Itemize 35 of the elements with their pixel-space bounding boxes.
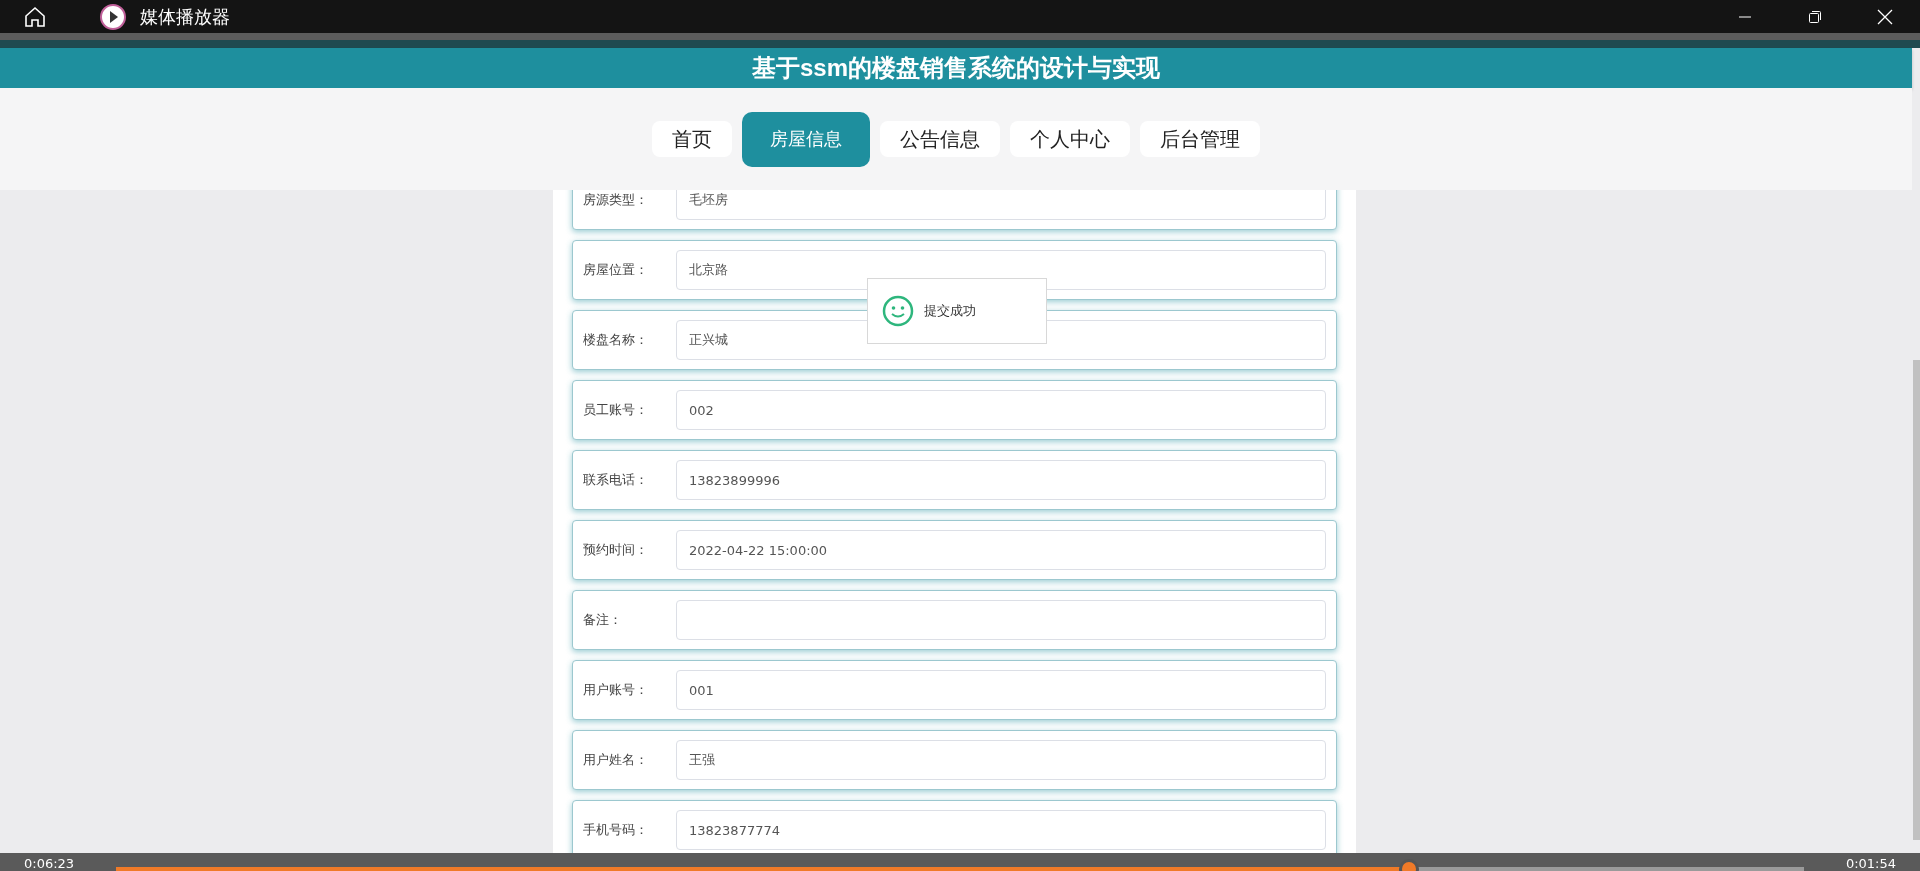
field-label: 手机号码： <box>583 821 649 839</box>
field-label: 联系电话： <box>583 471 649 489</box>
field-label: 用户账号： <box>583 681 649 699</box>
field-label: 房屋位置： <box>583 261 649 279</box>
field-label: 房源类型： <box>583 191 649 209</box>
restore-icon[interactable] <box>1808 9 1822 24</box>
field-label: 用户姓名： <box>583 751 649 769</box>
nav-tab[interactable]: 房屋信息 <box>742 111 870 167</box>
nav-tab[interactable]: 公告信息 <box>880 121 1000 157</box>
field-label: 预约时间： <box>583 541 649 559</box>
field-label: 员工账号： <box>583 401 649 419</box>
nav-tab[interactable]: 首页 <box>652 121 732 157</box>
window-title: 媒体播放器 <box>140 4 230 29</box>
input-field[interactable]: 13823899996 <box>676 460 1326 500</box>
input-field[interactable]: 13823877774 <box>676 810 1326 850</box>
input-field[interactable]: 北京路 <box>676 250 1326 290</box>
toast-text: 提交成功 <box>924 302 976 320</box>
input-field[interactable]: 王强 <box>676 740 1326 780</box>
input-field[interactable]: 002 <box>676 390 1326 430</box>
input-field[interactable]: 毛坯房 <box>676 190 1326 220</box>
nav-tab[interactable]: 个人中心 <box>1010 121 1130 157</box>
field-label: 楼盘名称： <box>583 331 649 349</box>
input-field[interactable] <box>676 600 1326 640</box>
home-icon[interactable] <box>23 4 47 29</box>
nav-tab[interactable]: 后台管理 <box>1140 121 1260 157</box>
scrollbar[interactable] <box>1913 360 1920 840</box>
smiley-icon <box>882 295 914 327</box>
site-title: 基于ssm的楼盘销售系统的设计与实现 <box>751 53 1160 83</box>
field-label: 备注： <box>583 611 623 629</box>
elapsed-time: 0:06:23 <box>24 856 75 871</box>
close-icon[interactable] <box>1877 8 1893 25</box>
input-field[interactable]: 2022-04-22 15:00:00 <box>676 530 1326 570</box>
remaining-time: 0:01:54 <box>1845 856 1896 871</box>
input-field[interactable]: 001 <box>676 670 1326 710</box>
play-icon <box>100 3 126 30</box>
